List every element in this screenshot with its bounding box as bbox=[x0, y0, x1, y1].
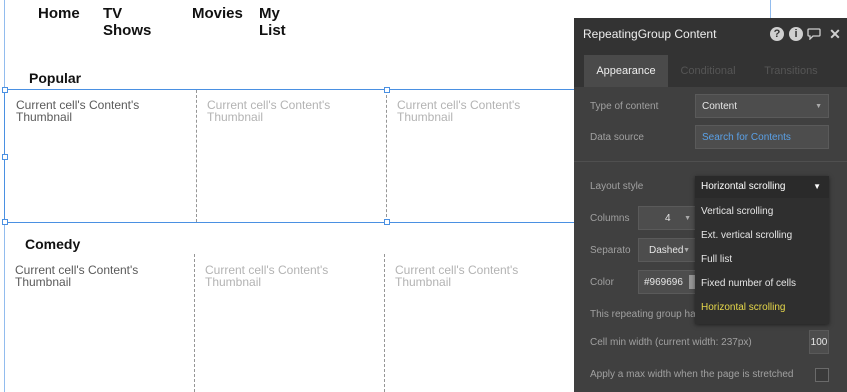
cell-min-width-label: Cell min width (current width: 237px) bbox=[590, 337, 752, 348]
repeating-group-comedy[interactable]: Current cell's Content's Thumbnail Curre… bbox=[4, 254, 574, 392]
layout-option-horizontal-scrolling[interactable]: Horizontal scrolling bbox=[701, 302, 785, 313]
close-icon[interactable]: ✕ bbox=[828, 27, 842, 41]
columns-value: 4 bbox=[665, 213, 671, 224]
cell-thumbnail-text: Current cell's Content's Thumbnail bbox=[397, 98, 521, 124]
layout-option-vertical-scrolling[interactable]: Vertical scrolling bbox=[701, 206, 773, 217]
columns-label: Columns bbox=[590, 213, 630, 224]
caret-down-icon: ▼ bbox=[813, 182, 821, 191]
rg-cell[interactable]: Current cell's Content's Thumbnail bbox=[4, 254, 194, 392]
layout-option-ext-vertical-scrolling[interactable]: Ext. vertical scrolling bbox=[701, 230, 792, 241]
separator-label: Separato bbox=[590, 245, 631, 256]
chevron-down-icon: ▼ bbox=[683, 247, 690, 254]
resize-handle[interactable] bbox=[2, 154, 8, 160]
info-icon[interactable]: i bbox=[789, 27, 803, 41]
repeating-group-note: This repeating group ha bbox=[590, 309, 696, 320]
tab-transitions[interactable]: Transitions bbox=[751, 55, 831, 87]
color-label: Color bbox=[590, 277, 614, 288]
layout-style-dropdown[interactable]: Horizontal scrolling ▼ Vertical scrollin… bbox=[695, 176, 829, 324]
section-divider bbox=[574, 161, 847, 162]
cell-thumbnail-text: Current cell's Content's Thumbnail bbox=[205, 263, 329, 289]
question-icon[interactable]: ? bbox=[770, 27, 784, 41]
cell-min-width-input[interactable]: 100 bbox=[809, 330, 829, 354]
chevron-down-icon: ▼ bbox=[815, 103, 822, 110]
nav-my-list[interactable]: My List bbox=[259, 5, 286, 39]
rg-cell[interactable]: Current cell's Content's Thumbnail bbox=[386, 90, 575, 222]
cell-thumbnail-text: Current cell's Content's Thumbnail bbox=[16, 98, 140, 124]
max-width-label: Apply a max width when the page is stret… bbox=[590, 369, 794, 380]
layout-style-selected[interactable]: Horizontal scrolling ▼ bbox=[695, 176, 829, 198]
data-source-label: Data source bbox=[590, 132, 644, 143]
rg-cell[interactable]: Current cell's Content's Thumbnail bbox=[5, 90, 196, 222]
tab-appearance[interactable]: Appearance bbox=[584, 55, 668, 87]
chevron-down-icon: ▼ bbox=[684, 215, 691, 222]
section-title-comedy: Comedy bbox=[25, 236, 81, 252]
layout-option-full-list[interactable]: Full list bbox=[701, 254, 732, 265]
panel-title: RepeatingGroup Content bbox=[583, 27, 717, 41]
resize-handle[interactable] bbox=[384, 219, 390, 225]
columns-select[interactable]: 4 ▼ bbox=[638, 206, 698, 230]
cell-thumbnail-text: Current cell's Content's Thumbnail bbox=[15, 263, 139, 289]
panel-tabs: Appearance Conditional Transitions bbox=[574, 51, 847, 87]
rg-cell[interactable]: Current cell's Content's Thumbnail bbox=[194, 254, 384, 392]
layout-option-fixed-number-of-cells[interactable]: Fixed number of cells bbox=[701, 278, 796, 289]
comment-icon[interactable] bbox=[807, 27, 821, 41]
separator-value: Dashed bbox=[649, 245, 684, 256]
resize-handle[interactable] bbox=[2, 219, 8, 225]
section-title-popular: Popular bbox=[29, 70, 82, 86]
type-of-content-label: Type of content bbox=[590, 101, 659, 112]
type-of-content-value: Content bbox=[702, 101, 738, 112]
max-width-checkbox[interactable] bbox=[815, 368, 829, 382]
cell-min-width-value: 100 bbox=[810, 337, 828, 348]
nav-tv-shows[interactable]: TV Shows bbox=[103, 5, 151, 39]
rg-cell[interactable]: Current cell's Content's Thumbnail bbox=[384, 254, 574, 392]
cell-thumbnail-text: Current cell's Content's Thumbnail bbox=[395, 263, 519, 289]
panel-header[interactable]: RepeatingGroup Content ? i ✕ bbox=[574, 18, 847, 51]
type-of-content-select[interactable]: Content ▼ bbox=[695, 94, 829, 118]
layout-style-label: Layout style bbox=[590, 181, 644, 192]
resize-handle[interactable] bbox=[384, 87, 390, 93]
repeating-group-popular[interactable]: Current cell's Content's Thumbnail Curre… bbox=[4, 89, 576, 223]
data-source-value: Search for Contents bbox=[702, 132, 791, 143]
cell-thumbnail-text: Current cell's Content's Thumbnail bbox=[207, 98, 331, 124]
rg-cell[interactable]: Current cell's Content's Thumbnail bbox=[196, 90, 386, 222]
resize-handle[interactable] bbox=[2, 87, 8, 93]
tab-conditional[interactable]: Conditional bbox=[668, 55, 748, 87]
data-source-field[interactable]: Search for Contents bbox=[695, 125, 829, 149]
nav-movies[interactable]: Movies bbox=[192, 5, 243, 22]
color-value: #969696 bbox=[644, 277, 683, 288]
nav-home[interactable]: Home bbox=[38, 5, 80, 22]
